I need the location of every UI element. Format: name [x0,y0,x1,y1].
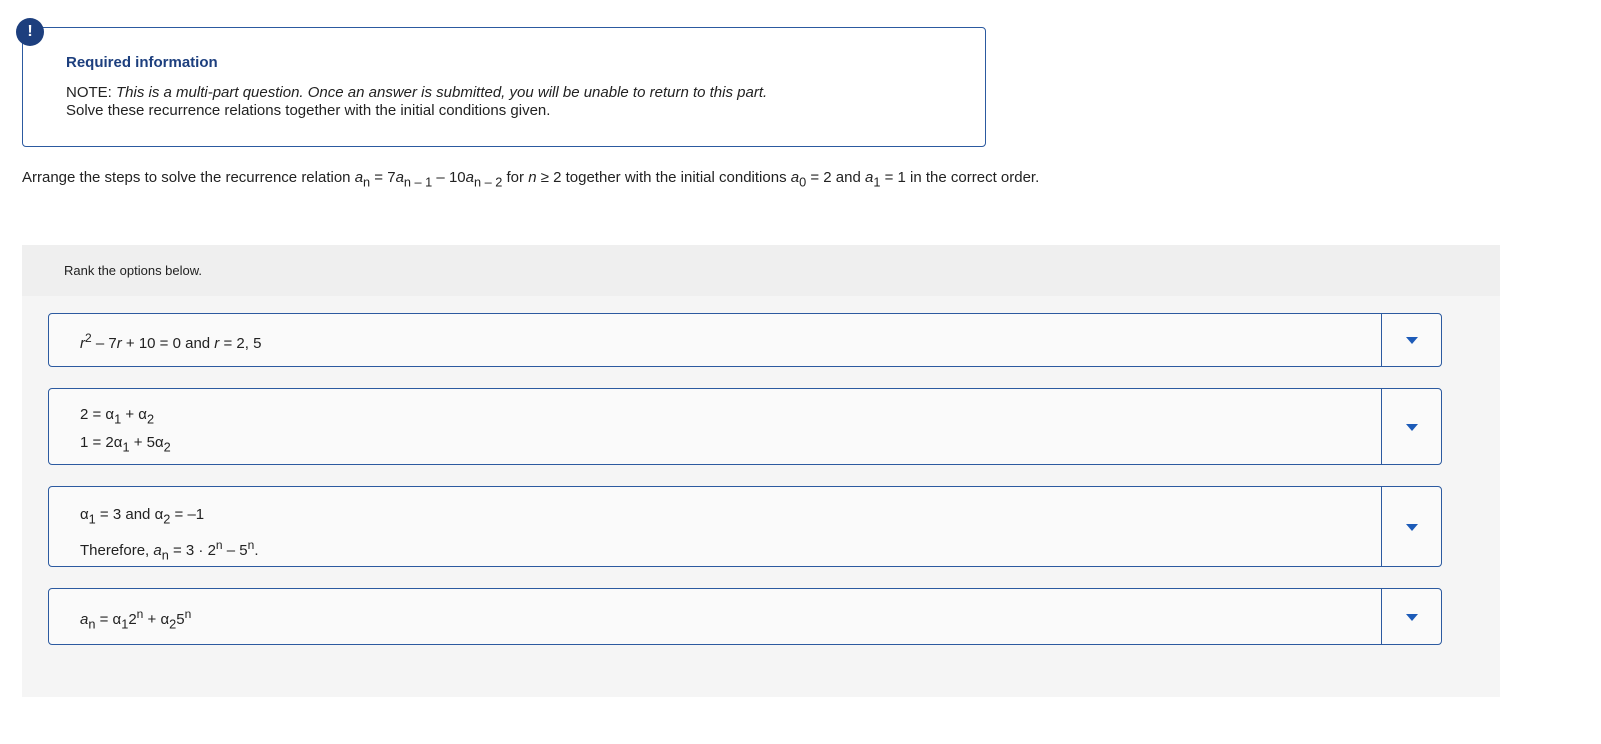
math-sub: 1 [88,511,96,527]
rank-option-2[interactable]: 2 = α1 + α2 1 = 2α1 + 5α2 [48,388,1442,465]
math-var: a [465,169,474,186]
rank-dropdown-4[interactable] [1381,589,1441,644]
math-text: = 7 [370,169,396,186]
rank-instructions: Rank the options below. [64,263,203,278]
math-sub: 2 [146,411,155,427]
question-text: = 2 and [806,169,865,186]
question-prompt: Arrange the steps to solve the recurrenc… [22,169,1039,189]
question-text: ≥ 2 together with the initial conditions [536,169,791,186]
math-sub: n – 1 [403,174,433,190]
math-text: . [254,542,259,560]
math-text: α [80,506,89,523]
math-text: = –1 [170,506,205,523]
rank-dropdown-3[interactable] [1381,487,1441,566]
math-sub: n – 2 [473,174,503,190]
caret-down-icon [1405,423,1418,431]
math-text: = 3 · 2 [168,542,216,560]
rank-option-3[interactable]: α1 = 3 and α2 = –1 Therefore, an = 3 · 2… [48,486,1442,567]
rank-option-content: 2 = α1 + α2 1 = 2α1 + 5α2 [80,403,1379,460]
math-sup: 2 [85,331,92,345]
math-var: n [528,169,537,186]
caret-down-icon [1405,337,1418,344]
math-var: a [395,169,404,186]
math-text: + 5α [129,434,164,452]
caret-down-icon [1405,613,1418,621]
math-text: + α [121,406,147,423]
rank-option-content: α1 = 3 and α2 = –1 Therefore, an = 3 · 2… [80,501,1379,569]
math-text: 2 = α [80,406,115,423]
alert-icon: ! [16,18,44,46]
rank-option-1[interactable]: r2 – 7r + 10 = 0 and r = 2, 5 [48,313,1442,367]
question-text: for [502,169,529,186]
math-text: – 5 [222,542,248,560]
math-text: = α [95,611,122,628]
math-sup: n [184,607,192,621]
math-text: – 10 [432,169,466,186]
math-text: 5 [176,611,185,628]
math-text: + 10 = 0 and [121,335,215,352]
question-text: Arrange the steps to solve the recurrenc… [22,169,355,186]
math-text: 1 = 2α [80,434,123,452]
note-prefix: NOTE: [66,84,117,101]
note-text: This is a multi-part question. Once an a… [116,84,768,101]
math-var: a [354,169,364,186]
math-text: 2 [128,611,137,628]
rank-dropdown-1[interactable] [1381,314,1441,366]
math-sub: 1 [122,439,130,455]
math-text: = 3 and α [95,506,164,523]
math-sub: 2 [163,439,171,455]
question-text: = 1 in the correct order. [880,169,1040,186]
math-text: + α [143,611,170,628]
rank-option-content: an = α12n + α25n [80,607,1379,631]
required-information-title: Required information [66,54,218,71]
math-var: a [790,169,800,186]
rank-dropdown-2[interactable] [1381,389,1441,464]
rank-option-4[interactable]: an = α12n + α25n [48,588,1442,645]
rank-option-content: r2 – 7r + 10 = 0 and r = 2, 5 [80,331,1379,352]
math-sup: n [215,538,223,553]
instruction-text: Solve these recurrence relations togethe… [66,102,551,119]
caret-down-icon [1405,523,1418,531]
math-var: a [153,542,162,560]
math-sub: n [161,547,169,563]
rank-header: Rank the options below. [22,245,1500,296]
multi-part-note: NOTE: This is a multi-part question. Onc… [66,84,767,101]
math-text: Therefore, [80,542,154,560]
math-text: = 2, 5 [219,335,262,352]
math-text: – 7 [91,335,117,352]
required-information-box: Required information NOTE: This is a mul… [22,27,986,147]
